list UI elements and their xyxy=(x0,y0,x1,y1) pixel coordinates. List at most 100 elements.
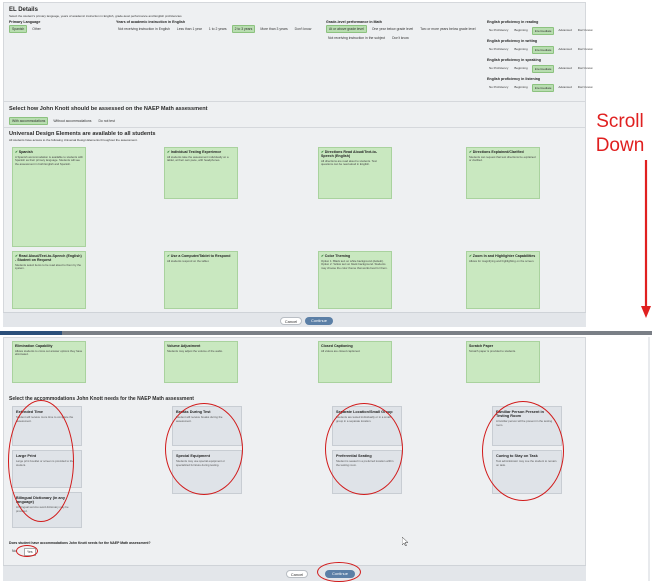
ude-card-title: Elimination Capability xyxy=(15,344,53,348)
years-option[interactable]: Not receiving instruction in English xyxy=(116,26,172,32)
ude-card-body: All students take the assessment individ… xyxy=(167,155,229,163)
ude-card-title: ✔ Spanish xyxy=(15,150,33,154)
divider xyxy=(4,101,585,102)
ude-card-title: Scratch Paper xyxy=(469,344,494,348)
proficiency-option[interactable]: No Proficiency xyxy=(487,46,510,54)
bottom-screenshot: Elimination Capability Allows students to… xyxy=(0,335,652,583)
page-title: EL Details xyxy=(9,7,38,13)
check-icon: ✔ xyxy=(167,150,171,154)
check-icon: ✔ xyxy=(321,150,325,154)
proficiency-option[interactable]: Beginning xyxy=(512,65,529,73)
proficiency-title: English proficiency in speaking xyxy=(487,58,541,62)
proficiency-option[interactable]: Don't know xyxy=(576,27,595,35)
assessment-option[interactable]: Do not test xyxy=(96,118,116,124)
ude-card-title: Closed Captioning xyxy=(321,344,353,348)
proficiency-option[interactable]: Intermediate xyxy=(531,27,555,35)
annotation-circle xyxy=(8,400,74,522)
proficiency-title: English proficiency in reading xyxy=(487,20,539,24)
check-icon: ✔ xyxy=(469,150,473,154)
annotation-circle xyxy=(165,403,243,495)
proficiency-option[interactable]: Don't know xyxy=(576,46,595,54)
ude-card-body: Allows students to cross out answer opti… xyxy=(15,349,83,357)
cancel-button[interactable]: Cancel xyxy=(280,317,302,325)
ude-card-body: Scratch paper is provided to students. xyxy=(469,349,516,353)
check-icon: ✔ xyxy=(15,150,19,154)
grade-level-label: Grade-level performance in Math xyxy=(326,20,382,24)
years-option[interactable]: More than 3 years xyxy=(258,26,289,32)
ude-card-body: A Spanish accommodation is available to … xyxy=(15,155,83,166)
grade-level-option[interactable]: Not receiving instruction in the subject xyxy=(326,35,387,41)
primary-language-option[interactable]: Other xyxy=(30,26,42,32)
proficiency-option[interactable]: Don't know xyxy=(576,65,595,73)
check-icon: ✔ xyxy=(469,254,473,258)
years-option[interactable]: Less than 1 year xyxy=(175,26,204,32)
proficiency-title: English proficiency in writing xyxy=(487,39,538,43)
check-icon: ✔ xyxy=(321,254,325,258)
proficiency-option[interactable]: Don't know xyxy=(576,84,595,92)
ude-card: ✔ Directions Explained/Clarified Students… xyxy=(466,147,540,199)
ude-card-title: Volume Adjustment xyxy=(167,344,201,348)
bottom-footer: Cancel Continue xyxy=(3,565,586,581)
continue-button[interactable]: Continue xyxy=(305,317,333,325)
proficiency-option[interactable]: Advanced xyxy=(556,27,573,35)
assess-title: Select how John Knott should be assessed… xyxy=(9,106,208,112)
years-option[interactable]: 1 to 2 years xyxy=(207,26,229,32)
proficiency-option[interactable]: Beginning xyxy=(512,27,529,35)
ude-card-body: Students can request that test direction… xyxy=(469,155,536,163)
ude-card-body: All directions are read aloud to student… xyxy=(321,159,377,167)
proficiency-option[interactable]: No Proficiency xyxy=(487,84,510,92)
assessment-option[interactable]: Without accommodations xyxy=(51,118,93,124)
annotation-circle xyxy=(482,401,564,501)
top-footer: Cancel Continue xyxy=(3,312,586,327)
cancel-button[interactable]: Cancel xyxy=(286,570,308,578)
divider xyxy=(4,127,585,128)
ude-card: Scratch Paper Scratch paper is provided t… xyxy=(466,341,540,383)
ude-card: ✔ Use a Computer/Tablet to Respond All st… xyxy=(164,251,238,309)
grade-level-option[interactable]: One year below grade level xyxy=(370,26,415,32)
annotation-circle xyxy=(325,403,403,495)
proficiency-option[interactable]: Advanced xyxy=(556,84,573,92)
ude-title: Universal Design Elements are available … xyxy=(9,131,156,137)
scroll-down-annotation: Scroll Down xyxy=(595,111,645,156)
ude-card-body: All videos are closed captioned. xyxy=(321,349,361,353)
proficiency-option[interactable]: Beginning xyxy=(512,46,529,54)
ude-card-body: All students respond on the tablet. xyxy=(167,259,210,263)
ude-card-title: ✔ Individual Testing Experience xyxy=(167,150,222,154)
proficiency-option[interactable]: No Proficiency xyxy=(487,27,510,35)
proficiency-options: No Proficiency Beginning Intermediate Advan… xyxy=(487,84,592,92)
years-option[interactable]: 2 to 3 years xyxy=(231,25,256,33)
annotation-circle xyxy=(16,545,38,557)
ude-card-body: Allows for magnifying and highlighting o… xyxy=(469,259,535,263)
proficiency-options: No Proficiency Beginning Intermediate Advan… xyxy=(487,27,592,35)
proficiency-options: No Proficiency Beginning Intermediate Advan… xyxy=(487,46,592,54)
ude-card-title: ✔ Zoom In and Highlighter Capabilities xyxy=(469,254,536,258)
years-option[interactable]: Don't know xyxy=(293,26,314,32)
ude-card: Volume Adjustment Students may adjust the… xyxy=(164,341,238,383)
mouse-cursor-icon xyxy=(402,537,408,546)
proficiency-section: English proficiency in reading No Profici… xyxy=(487,20,592,35)
proficiency-option[interactable]: Intermediate xyxy=(531,84,555,92)
scrollbar[interactable] xyxy=(648,337,650,581)
proficiency-option[interactable]: Beginning xyxy=(512,84,529,92)
primary-language-option[interactable]: Spanish xyxy=(9,25,28,33)
proficiency-title: English proficiency in listening xyxy=(487,77,541,81)
ude-card: ✔ Directions Read Aloud/Text-to-Speech (… xyxy=(318,147,392,199)
ude-card: ✔ Color Theming Option 1: Black text on w… xyxy=(318,251,392,309)
ude-card-body: Students select items to be read aloud t… xyxy=(15,263,82,271)
proficiency-option[interactable]: Intermediate xyxy=(531,46,555,54)
ude-card: ✔ Individual Testing Experience All stude… xyxy=(164,147,238,199)
top-screenshot: EL Details Select the student's primary … xyxy=(0,0,652,332)
proficiency-option[interactable]: Intermediate xyxy=(531,65,555,73)
proficiency-option[interactable]: No Proficiency xyxy=(487,65,510,73)
grade-level-option[interactable]: At or above grade level xyxy=(326,25,367,33)
intro-text: Select the student's primary language, y… xyxy=(9,14,182,18)
check-icon: ✔ xyxy=(15,254,19,258)
assessment-option[interactable]: With accommodations xyxy=(9,117,49,125)
proficiency-option[interactable]: Advanced xyxy=(556,65,573,73)
el-details-panel: EL Details Select the student's primary … xyxy=(3,2,592,327)
proficiency-option[interactable]: Advanced xyxy=(556,46,573,54)
grade-level-option[interactable]: Don't know xyxy=(390,35,411,41)
primary-language-label: Primary Language xyxy=(9,20,41,24)
grade-level-option[interactable]: Two or more years below grade level xyxy=(418,26,477,32)
ude-card-title: ✔ Directions Explained/Clarified xyxy=(469,150,524,154)
